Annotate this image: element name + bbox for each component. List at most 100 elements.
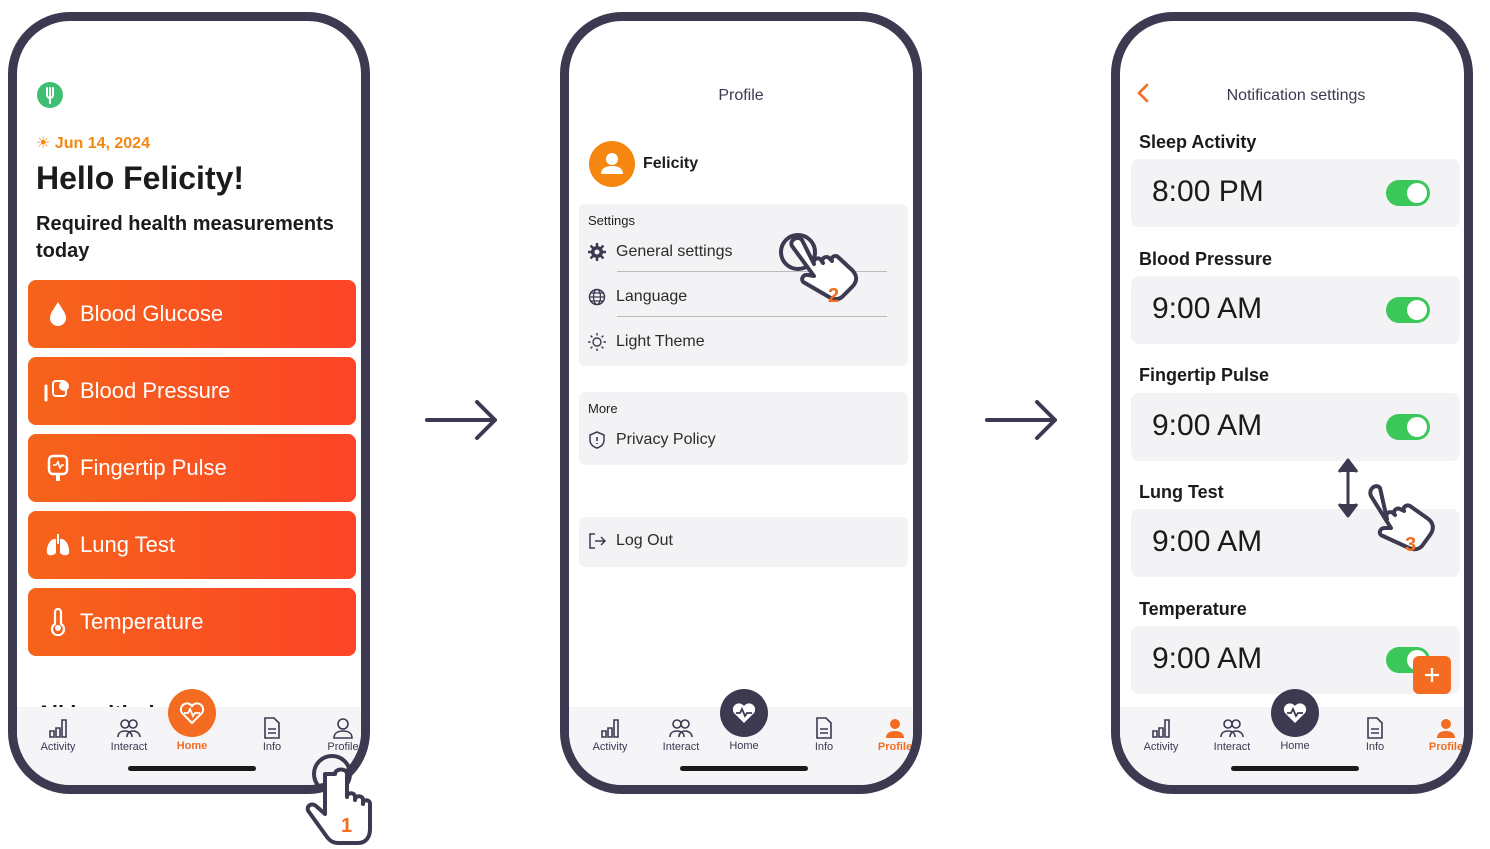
avatar <box>589 141 635 187</box>
card-label: Lung Test <box>80 532 176 557</box>
logout-row[interactable]: Log Out <box>588 532 673 550</box>
user-name: Felicity <box>643 155 699 172</box>
reminder-time[interactable]: 9:00 AM <box>1152 642 1262 676</box>
nav-label: Interact <box>662 741 700 753</box>
nav-profile[interactable]: Profile <box>1418 717 1464 753</box>
heart-pulse-icon <box>179 702 205 724</box>
nav-label: Info <box>262 741 282 753</box>
date-label: ☀ Jun 14, 2024 <box>36 135 150 152</box>
more-section: More Privacy Policy <box>579 392 908 465</box>
reminder-toggle[interactable] <box>1386 180 1430 206</box>
blood-pressure-reminder[interactable]: 9:00 AM <box>1131 276 1460 344</box>
card-blood-pressure[interactable]: Blood Pressure <box>28 357 356 425</box>
language-row[interactable]: Language <box>588 288 687 306</box>
tap-hand-icon: 1 <box>305 754 372 845</box>
blood-pressure-icon <box>44 377 72 405</box>
sun-icon <box>588 333 606 351</box>
home-heart-button[interactable] <box>720 689 768 737</box>
tap-hand-icon: 2 <box>779 233 859 307</box>
nav-info[interactable]: Info <box>244 717 300 753</box>
nav-label: Interact <box>110 741 148 753</box>
phone-profile-screen: Profile Felicity Settings General settin… <box>560 12 922 794</box>
bottom-nav: Activity Interact Home Info Profile <box>1120 689 1464 785</box>
step-number: 2 <box>828 285 839 307</box>
bottom-nav: Activity Interact Home Info Profile <box>569 689 913 785</box>
right-arrow-icon <box>425 400 497 440</box>
measurements-subtitle: Required health measurements today <box>36 213 334 262</box>
nav-interact[interactable]: Interact <box>1204 717 1260 753</box>
screen-title: Notification settings <box>1226 87 1366 104</box>
gear-icon <box>588 243 606 261</box>
nav-profile[interactable]: Profile <box>867 717 913 753</box>
thermometer-icon <box>44 608 72 636</box>
card-label: Temperature <box>80 609 204 634</box>
shield-icon <box>589 431 605 449</box>
people-icon <box>1220 719 1244 738</box>
nav-home-label: Home <box>729 740 759 752</box>
nav-label: Profile <box>1428 741 1464 753</box>
nav-interact[interactable]: Interact <box>653 717 709 753</box>
bar-chart-icon <box>49 719 67 738</box>
nav-label: Profile <box>877 741 913 753</box>
home-heart-button[interactable] <box>168 689 216 737</box>
nav-activity[interactable]: Activity <box>1133 717 1189 753</box>
card-label: Blood Pressure <box>80 378 231 403</box>
nav-activity[interactable]: Activity <box>582 717 638 753</box>
privacy-policy-row[interactable]: Privacy Policy <box>588 431 716 449</box>
document-icon <box>816 717 832 739</box>
nav-label: Info <box>814 741 834 753</box>
phone-notification-settings-screen: Notification settings Sleep Activity 8:0… <box>1111 12 1473 794</box>
heart-pulse-icon <box>732 703 756 723</box>
section-title: More <box>588 401 618 416</box>
pulse-oximeter-icon <box>44 454 72 482</box>
greeting-heading: Hello Felicity! <box>36 160 245 196</box>
nav-profile[interactable]: Profile <box>315 717 361 753</box>
card-lung-test[interactable]: Lung Test <box>28 511 356 579</box>
card-temperature[interactable]: Temperature <box>28 588 356 656</box>
bar-chart-icon <box>601 719 619 738</box>
scroll-gesture-icon: 3 <box>1337 458 1435 556</box>
theme-row[interactable]: Light Theme <box>588 333 705 351</box>
nav-home-label: Home <box>176 740 208 752</box>
section-title: Settings <box>588 213 635 228</box>
reminder-time[interactable]: 9:00 AM <box>1152 292 1262 326</box>
home-indicator <box>680 766 808 771</box>
logout-icon <box>589 533 606 549</box>
card-fingertip-pulse[interactable]: Fingertip Pulse <box>28 434 356 502</box>
heart-pulse-icon <box>1283 703 1307 723</box>
document-icon <box>264 717 280 739</box>
nav-info[interactable]: Info <box>1347 717 1403 753</box>
reminder-toggle[interactable] <box>1386 414 1430 440</box>
card-label: Blood Glucose <box>80 301 224 326</box>
nav-label: Activity <box>40 741 76 753</box>
home-indicator <box>128 766 256 771</box>
logout-section: Log Out <box>579 517 908 567</box>
nav-home-label: Home <box>1280 740 1310 752</box>
row-label: Language <box>616 288 688 305</box>
nav-info[interactable]: Info <box>796 717 852 753</box>
home-heart-button[interactable] <box>1271 689 1319 737</box>
document-icon <box>1367 717 1383 739</box>
reminder-time[interactable]: 8:00 PM <box>1152 175 1264 209</box>
user-icon <box>333 718 353 739</box>
step-number: 1 <box>341 815 352 837</box>
temperature-reminder[interactable]: 9:00 AM <box>1131 626 1460 694</box>
nav-label: Activity <box>592 741 628 753</box>
lung-test-label: Lung Test <box>1139 482 1224 502</box>
globe-icon <box>588 288 606 306</box>
row-label: General settings <box>616 243 733 260</box>
nav-activity[interactable]: Activity <box>30 717 86 753</box>
fingertip-pulse-reminder[interactable]: 9:00 AM <box>1131 393 1460 461</box>
add-reminder-button[interactable] <box>1413 656 1451 694</box>
card-blood-glucose[interactable]: Blood Glucose <box>28 280 356 348</box>
plus-icon <box>1425 668 1439 682</box>
sleep-activity-reminder[interactable]: 8:00 PM <box>1131 159 1460 227</box>
reminder-time[interactable]: 9:00 AM <box>1152 409 1262 443</box>
reminder-time[interactable]: 9:00 AM <box>1152 525 1262 559</box>
sleep-activity-label: Sleep Activity <box>1139 132 1257 152</box>
nav-interact[interactable]: Interact <box>101 717 157 753</box>
general-settings-row[interactable]: General settings <box>588 243 733 261</box>
reminder-toggle[interactable] <box>1386 297 1430 323</box>
sun-icon: ☀ <box>36 135 51 152</box>
drop-icon <box>44 300 72 328</box>
